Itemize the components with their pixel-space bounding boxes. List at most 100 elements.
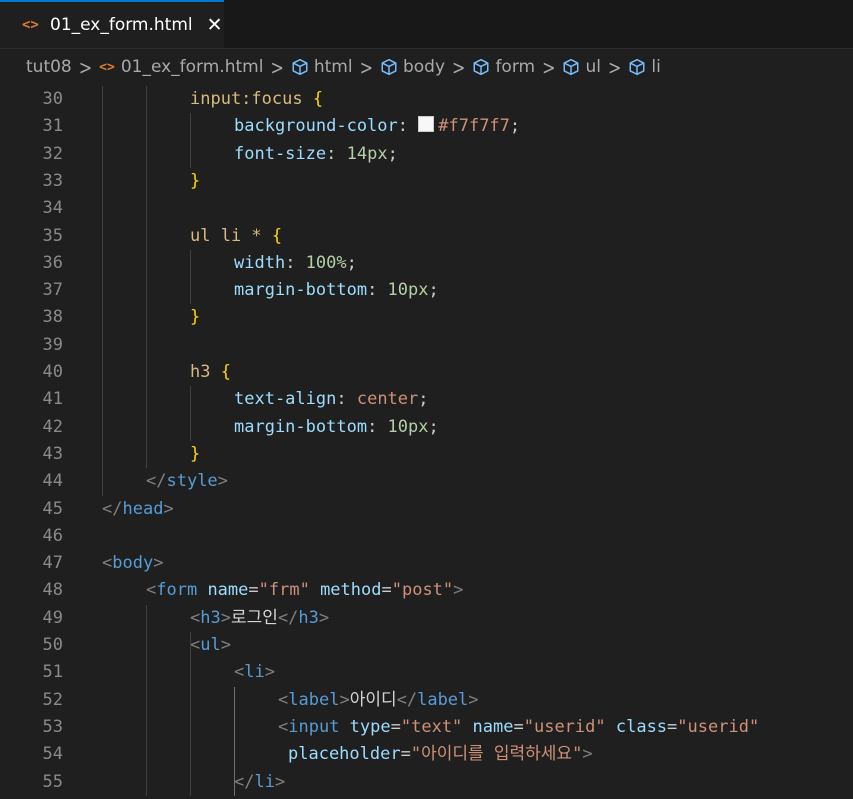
code-line[interactable]: 46 bbox=[0, 523, 853, 550]
code-token: </ bbox=[396, 689, 418, 710]
code-token: : bbox=[367, 280, 388, 301]
code-token: > bbox=[453, 580, 464, 601]
code-token: 로그인 bbox=[230, 607, 278, 628]
chevron-right-icon: > bbox=[452, 54, 466, 80]
code-token: ; bbox=[509, 116, 521, 137]
code-token: center bbox=[356, 389, 419, 410]
line-number: 30 bbox=[42, 89, 63, 109]
code-token: : bbox=[336, 389, 357, 410]
code-token: "post" bbox=[391, 580, 454, 601]
indent-guide bbox=[190, 113, 191, 168]
code-line[interactable]: 52 <label>아이디</label> bbox=[0, 687, 853, 714]
code-line[interactable]: 43} bbox=[0, 441, 853, 468]
breadcrumb-item-01-ex-form-html[interactable]: <> 01_ex_form.html bbox=[99, 57, 263, 77]
code-line[interactable]: 32 font-size: 14px; bbox=[0, 141, 853, 168]
code-line[interactable]: 39 bbox=[0, 332, 853, 359]
code-token: placeholder bbox=[288, 744, 401, 765]
code-token: font-size bbox=[234, 143, 327, 164]
code-text: <input type="text" name="userid" class="… bbox=[278, 714, 759, 741]
code-line[interactable]: 40 h3 { bbox=[0, 359, 853, 386]
chevron-right-icon: > bbox=[270, 54, 284, 80]
code-line[interactable]: 48 <form name="frm" method="post"> bbox=[0, 577, 853, 604]
code-token: = bbox=[390, 716, 401, 737]
code-token: h3 bbox=[190, 362, 221, 382]
code-token: "userid" bbox=[677, 716, 760, 737]
code-line[interactable]: 45 </head> bbox=[0, 496, 853, 523]
code-editor[interactable]: 30 input:focus {31 background-color: #f7f7… bbox=[0, 85, 853, 799]
code-token: li bbox=[244, 662, 265, 683]
indent-guide bbox=[190, 632, 191, 796]
code-line[interactable]: 35 ul li * { bbox=[0, 223, 853, 250]
code-token: > bbox=[274, 771, 286, 792]
code-line[interactable]: 50 <ul> bbox=[0, 632, 853, 659]
breadcrumb-item-ul[interactable]: ul bbox=[562, 57, 601, 77]
code-line[interactable]: 53 <input type="text" name="userid" class… bbox=[0, 714, 853, 741]
code-token: </ bbox=[234, 771, 255, 792]
code-line[interactable]: 37 margin-bottom: 10px; bbox=[0, 277, 853, 304]
code-token: ul li * bbox=[190, 225, 272, 246]
code-token: = bbox=[513, 716, 524, 737]
code-token: > bbox=[217, 471, 228, 492]
line-number: 50 bbox=[42, 635, 63, 655]
chevron-right-icon: > bbox=[78, 54, 93, 80]
breadcrumb-label: ul bbox=[585, 57, 601, 77]
code-token: background-color bbox=[234, 116, 398, 137]
line-number: 44 bbox=[42, 471, 63, 492]
code-text: font-size: 14px; bbox=[234, 141, 398, 168]
code-token: #f7f7f7 bbox=[438, 116, 510, 137]
code-line[interactable]: 31 background-color: #f7f7f7; bbox=[0, 113, 853, 140]
code-token: > bbox=[318, 607, 330, 628]
code-token: margin-bottom bbox=[234, 416, 368, 437]
code-line[interactable]: 54 placeholder="아이디를 입력하세요"> bbox=[0, 741, 853, 768]
code-line[interactable]: 47 <body> bbox=[0, 550, 853, 577]
breadcrumb-item-html[interactable]: html bbox=[291, 57, 353, 77]
line-number: 37 bbox=[42, 280, 63, 301]
breadcrumb-item-li[interactable]: li bbox=[628, 57, 661, 77]
code-token: input bbox=[288, 716, 350, 737]
breadcrumb-item-tut08[interactable]: tut08 bbox=[26, 57, 72, 77]
code-line[interactable]: 44 </style> bbox=[0, 468, 853, 495]
code-token: input:focus bbox=[190, 89, 313, 109]
code-token: < bbox=[190, 607, 201, 628]
code-line[interactable]: 33} bbox=[0, 168, 853, 195]
code-token: </ bbox=[102, 498, 123, 519]
code-text: </li> bbox=[234, 769, 285, 796]
code-token: > bbox=[582, 744, 593, 765]
close-icon[interactable]: ✕ bbox=[207, 15, 223, 35]
code-text: width: 100%; bbox=[234, 250, 357, 277]
code-line[interactable]: 42 margin-bottom: 10px; bbox=[0, 414, 853, 441]
code-line[interactable]: 30 input:focus { bbox=[0, 86, 853, 113]
code-text: <h3>로그인</h3> bbox=[190, 605, 329, 632]
code-token: = bbox=[381, 580, 392, 601]
code-token: < bbox=[234, 662, 245, 683]
breadcrumb-item-body[interactable]: body bbox=[380, 57, 445, 77]
code-token: < bbox=[278, 716, 289, 737]
code-text: text-align: center; bbox=[234, 386, 429, 413]
breadcrumb-item-form[interactable]: form bbox=[472, 57, 535, 77]
line-number: 36 bbox=[42, 252, 63, 273]
code-text: } bbox=[190, 304, 200, 331]
code-text: <label>아이디</label> bbox=[278, 687, 479, 714]
html-file-icon: <> bbox=[22, 17, 39, 33]
code-line[interactable]: 34 bbox=[0, 195, 853, 222]
code-token: { bbox=[220, 362, 231, 382]
color-swatch[interactable] bbox=[418, 116, 435, 133]
line-number: 55 bbox=[42, 771, 63, 792]
line-number: 34 bbox=[42, 198, 63, 219]
code-line[interactable]: 49 <h3>로그인</h3> bbox=[0, 605, 853, 632]
code-line[interactable]: 36 width: 100%; bbox=[0, 250, 853, 277]
editor-tab[interactable]: <> 01_ex_form.html ✕ bbox=[0, 0, 224, 48]
code-line[interactable]: 38} bbox=[0, 304, 853, 331]
code-text: margin-bottom: 10px; bbox=[234, 414, 439, 441]
code-token: < bbox=[278, 689, 289, 710]
code-token: "text" bbox=[400, 716, 473, 737]
indent-guide bbox=[146, 86, 147, 469]
code-token: : bbox=[397, 116, 419, 137]
code-line[interactable]: 55 </li> bbox=[0, 769, 853, 796]
code-line[interactable]: 51 <li> bbox=[0, 659, 853, 686]
code-line[interactable]: 41 text-align: center; bbox=[0, 386, 853, 413]
code-token: body bbox=[112, 553, 154, 574]
code-token: > bbox=[153, 553, 164, 574]
code-token: < bbox=[146, 580, 157, 601]
code-text: <form name="frm" method="post"> bbox=[146, 577, 463, 604]
